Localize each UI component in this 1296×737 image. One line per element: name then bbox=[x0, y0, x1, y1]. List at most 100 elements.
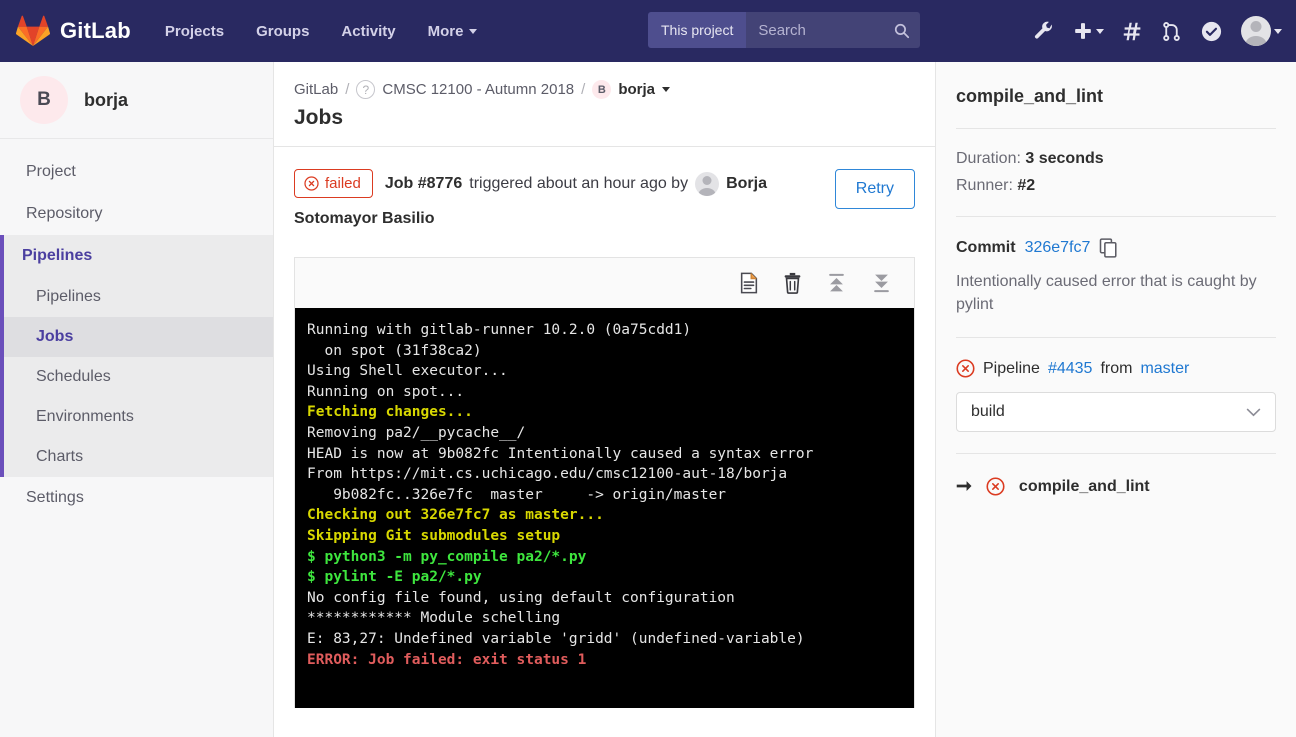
sidebar-item-settings[interactable]: Settings bbox=[0, 477, 273, 519]
runner-value[interactable]: #2 bbox=[1017, 177, 1035, 194]
avatar bbox=[1241, 16, 1271, 46]
duration-value: 3 seconds bbox=[1025, 150, 1103, 167]
commit-label: Commit bbox=[956, 239, 1016, 257]
log-line: Fetching changes... bbox=[307, 402, 902, 423]
chevron-down-icon[interactable] bbox=[662, 87, 670, 92]
nav-link-activity[interactable]: Activity bbox=[341, 23, 395, 40]
retry-button[interactable]: Retry bbox=[835, 169, 915, 209]
gitlab-logo-icon bbox=[16, 15, 50, 47]
runner-label: Runner: bbox=[956, 177, 1013, 194]
job-triggered-text: triggered about an hour ago by bbox=[469, 175, 688, 193]
log-line: Skipping Git submodules setup bbox=[307, 526, 902, 547]
stage-job-item[interactable]: ➞ compile_and_lint bbox=[956, 475, 1276, 498]
breadcrumb-separator-2: / bbox=[581, 81, 585, 98]
scroll-top-icon[interactable] bbox=[826, 272, 847, 294]
sidebar-item-repository[interactable]: Repository bbox=[0, 193, 273, 235]
log-line: From https://mit.cs.uchicago.edu/cmsc121… bbox=[307, 464, 902, 485]
status-badge: failed bbox=[294, 169, 373, 198]
pipeline-id-link[interactable]: #4435 bbox=[1048, 360, 1093, 378]
new-item-plus-icon[interactable] bbox=[1073, 21, 1104, 41]
search-scope-button[interactable]: This project bbox=[648, 12, 746, 48]
details-divider-4 bbox=[956, 453, 1276, 454]
failed-circle-x-icon bbox=[986, 477, 1005, 496]
stage-dropdown[interactable]: build bbox=[956, 392, 1276, 432]
commit-sha-link[interactable]: 326e7fc7 bbox=[1025, 239, 1091, 257]
log-line: Running on spot... bbox=[307, 382, 902, 403]
breadcrumb-group[interactable]: CMSC 12100 - Autumn 2018 bbox=[382, 81, 574, 98]
sidebar-project-header[interactable]: B borja bbox=[0, 62, 273, 139]
project-avatar: B bbox=[20, 76, 68, 124]
breadcrumb-root[interactable]: GitLab bbox=[294, 81, 338, 98]
log-line: $ pylint -E pa2/*.py bbox=[307, 567, 902, 588]
breadcrumb-separator: / bbox=[345, 81, 349, 98]
log-line: Removing pa2/__pycache__/ bbox=[307, 423, 902, 444]
job-author-avatar bbox=[695, 172, 719, 196]
sidebar-item-project[interactable]: Project bbox=[0, 151, 273, 193]
job-number: Job #8776 bbox=[385, 175, 462, 193]
job-name-title: compile_and_lint bbox=[956, 62, 1276, 107]
raw-document-icon[interactable] bbox=[739, 272, 759, 294]
job-author-first[interactable]: Borja bbox=[726, 175, 767, 193]
primary-nav-links: Projects Groups Activity More bbox=[165, 23, 478, 40]
user-menu[interactable] bbox=[1241, 16, 1282, 46]
nav-link-more-label: More bbox=[428, 23, 464, 40]
sidebar-group-pipelines: Pipelines Pipelines Jobs Schedules Envir… bbox=[0, 235, 273, 477]
commit-message: Intentionally caused error that is caugh… bbox=[956, 270, 1276, 316]
nav-link-activity-label: Activity bbox=[341, 23, 395, 40]
search-placeholder: Search bbox=[758, 22, 806, 39]
pipeline-from-label: from bbox=[1100, 360, 1132, 378]
nav-icon-group bbox=[1033, 16, 1282, 46]
log-line: E: 83,27: Undefined variable 'gridd' (un… bbox=[307, 629, 902, 650]
project-sidebar: B borja Project Repository Pipelines Pip… bbox=[0, 62, 274, 737]
issues-hash-icon[interactable] bbox=[1122, 21, 1143, 42]
sidebar-item-charts[interactable]: Charts bbox=[4, 437, 273, 477]
job-log-output[interactable]: Running with gitlab-runner 10.2.0 (0a75c… bbox=[295, 308, 914, 708]
job-author-lastname[interactable]: Sotomayor Basilio bbox=[294, 210, 823, 228]
chevron-down-icon bbox=[1096, 29, 1104, 34]
details-divider-2 bbox=[956, 216, 1276, 217]
search-input[interactable]: Search bbox=[746, 12, 920, 48]
breadcrumb-project-avatar: B bbox=[592, 80, 611, 99]
job-status-line: failed Job #8776 triggered about an hour… bbox=[294, 169, 823, 198]
job-header-info: failed Job #8776 triggered about an hour… bbox=[294, 169, 823, 228]
job-meta: Job #8776 triggered about an hour ago by… bbox=[385, 172, 767, 196]
sidebar-item-environments[interactable]: Environments bbox=[4, 397, 273, 437]
search-icon bbox=[893, 22, 910, 39]
status-badge-label: failed bbox=[325, 175, 361, 192]
log-toolbar bbox=[295, 258, 914, 308]
sidebar-item-schedules[interactable]: Schedules bbox=[4, 357, 273, 397]
duration-row: Duration: 3 seconds bbox=[956, 150, 1276, 168]
nav-link-projects[interactable]: Projects bbox=[165, 23, 224, 40]
main-area: GitLab / ? CMSC 12100 - Autumn 2018 / B … bbox=[274, 62, 1296, 737]
copy-icon[interactable] bbox=[1099, 238, 1118, 258]
chevron-down-icon bbox=[469, 29, 477, 34]
nav-link-groups-label: Groups bbox=[256, 23, 309, 40]
nav-link-groups[interactable]: Groups bbox=[256, 23, 309, 40]
trash-icon[interactable] bbox=[783, 272, 802, 294]
breadcrumb-project[interactable]: borja bbox=[618, 81, 655, 98]
wrench-icon[interactable] bbox=[1033, 20, 1055, 42]
sidebar-item-jobs[interactable]: Jobs bbox=[4, 317, 273, 357]
sidebar-item-pipelines[interactable]: Pipelines bbox=[4, 277, 273, 317]
gitlab-brand[interactable]: GitLab bbox=[16, 15, 131, 47]
top-navigation-bar: GitLab Projects Groups Activity More Thi… bbox=[0, 0, 1296, 62]
nav-link-more[interactable]: More bbox=[428, 23, 478, 40]
todos-check-icon[interactable] bbox=[1200, 20, 1223, 43]
project-name: borja bbox=[84, 90, 128, 111]
log-line: Checking out 326e7fc7 as master... bbox=[307, 505, 902, 526]
job-header: failed Job #8776 triggered about an hour… bbox=[294, 147, 915, 228]
page-title: Jobs bbox=[294, 106, 915, 130]
search-scope-label: This project bbox=[661, 22, 733, 38]
job-log-panel: Running with gitlab-runner 10.2.0 (0a75c… bbox=[294, 257, 915, 708]
chevron-down-icon bbox=[1274, 29, 1282, 34]
stage-job-name: compile_and_lint bbox=[1019, 478, 1150, 496]
pipeline-branch-link[interactable]: master bbox=[1140, 360, 1189, 378]
log-line: ERROR: Job failed: exit status 1 bbox=[307, 650, 902, 671]
scroll-bottom-icon[interactable] bbox=[871, 272, 892, 294]
merge-request-icon[interactable] bbox=[1161, 21, 1182, 42]
failed-circle-x-icon bbox=[956, 359, 975, 378]
commit-row: Commit 326e7fc7 bbox=[956, 238, 1276, 258]
arrow-right-icon: ➞ bbox=[956, 475, 972, 498]
sidebar-group-pipelines-label[interactable]: Pipelines bbox=[4, 235, 273, 277]
details-divider-3 bbox=[956, 337, 1276, 338]
